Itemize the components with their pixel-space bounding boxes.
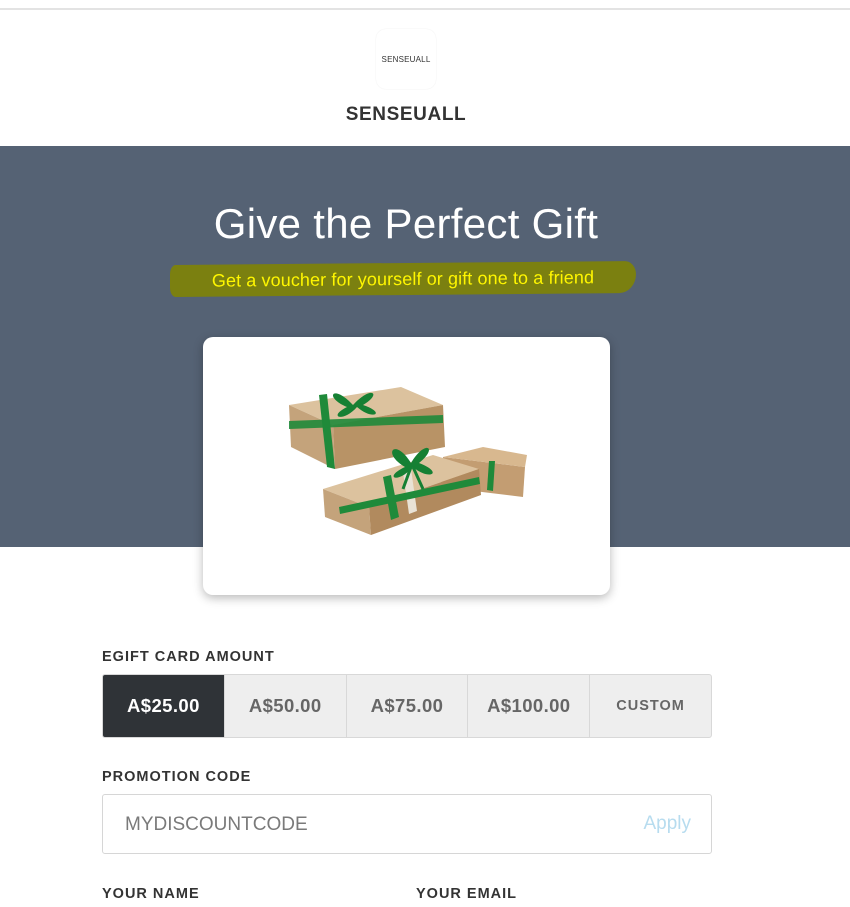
top-divider bbox=[0, 8, 850, 10]
amount-option-100[interactable]: A$100.00 bbox=[467, 675, 589, 737]
amount-label: EGIFT CARD AMOUNT bbox=[102, 649, 275, 665]
brand-logo-text: SENSEUALL bbox=[381, 54, 431, 64]
email-label: YOUR EMAIL bbox=[416, 886, 518, 902]
gift-boxes-image bbox=[289, 387, 527, 535]
hero-title: Give the Perfect Gift bbox=[213, 200, 599, 247]
name-label: YOUR NAME bbox=[102, 886, 200, 902]
gift-card-image bbox=[203, 337, 610, 595]
amount-option-75[interactable]: A$75.00 bbox=[345, 675, 468, 737]
promo-code-input[interactable] bbox=[123, 795, 607, 855]
amount-option-custom[interactable]: CUSTOM bbox=[589, 675, 711, 737]
amount-selector: A$25.00 A$50.00 A$75.00 A$100.00 CUSTOM bbox=[102, 674, 712, 738]
brand-name: SENSEUALL bbox=[345, 104, 467, 125]
hero-subtitle: Get a voucher for yourself or gift one t… bbox=[170, 260, 636, 298]
promo-code-field: Apply bbox=[102, 794, 712, 855]
brand-logo: SENSEUALL bbox=[376, 29, 436, 89]
amount-option-25[interactable]: A$25.00 bbox=[103, 675, 224, 737]
amount-option-50[interactable]: A$50.00 bbox=[223, 675, 346, 737]
apply-promo-button[interactable]: Apply bbox=[643, 813, 691, 835]
promo-label: PROMOTION CODE bbox=[102, 769, 252, 785]
